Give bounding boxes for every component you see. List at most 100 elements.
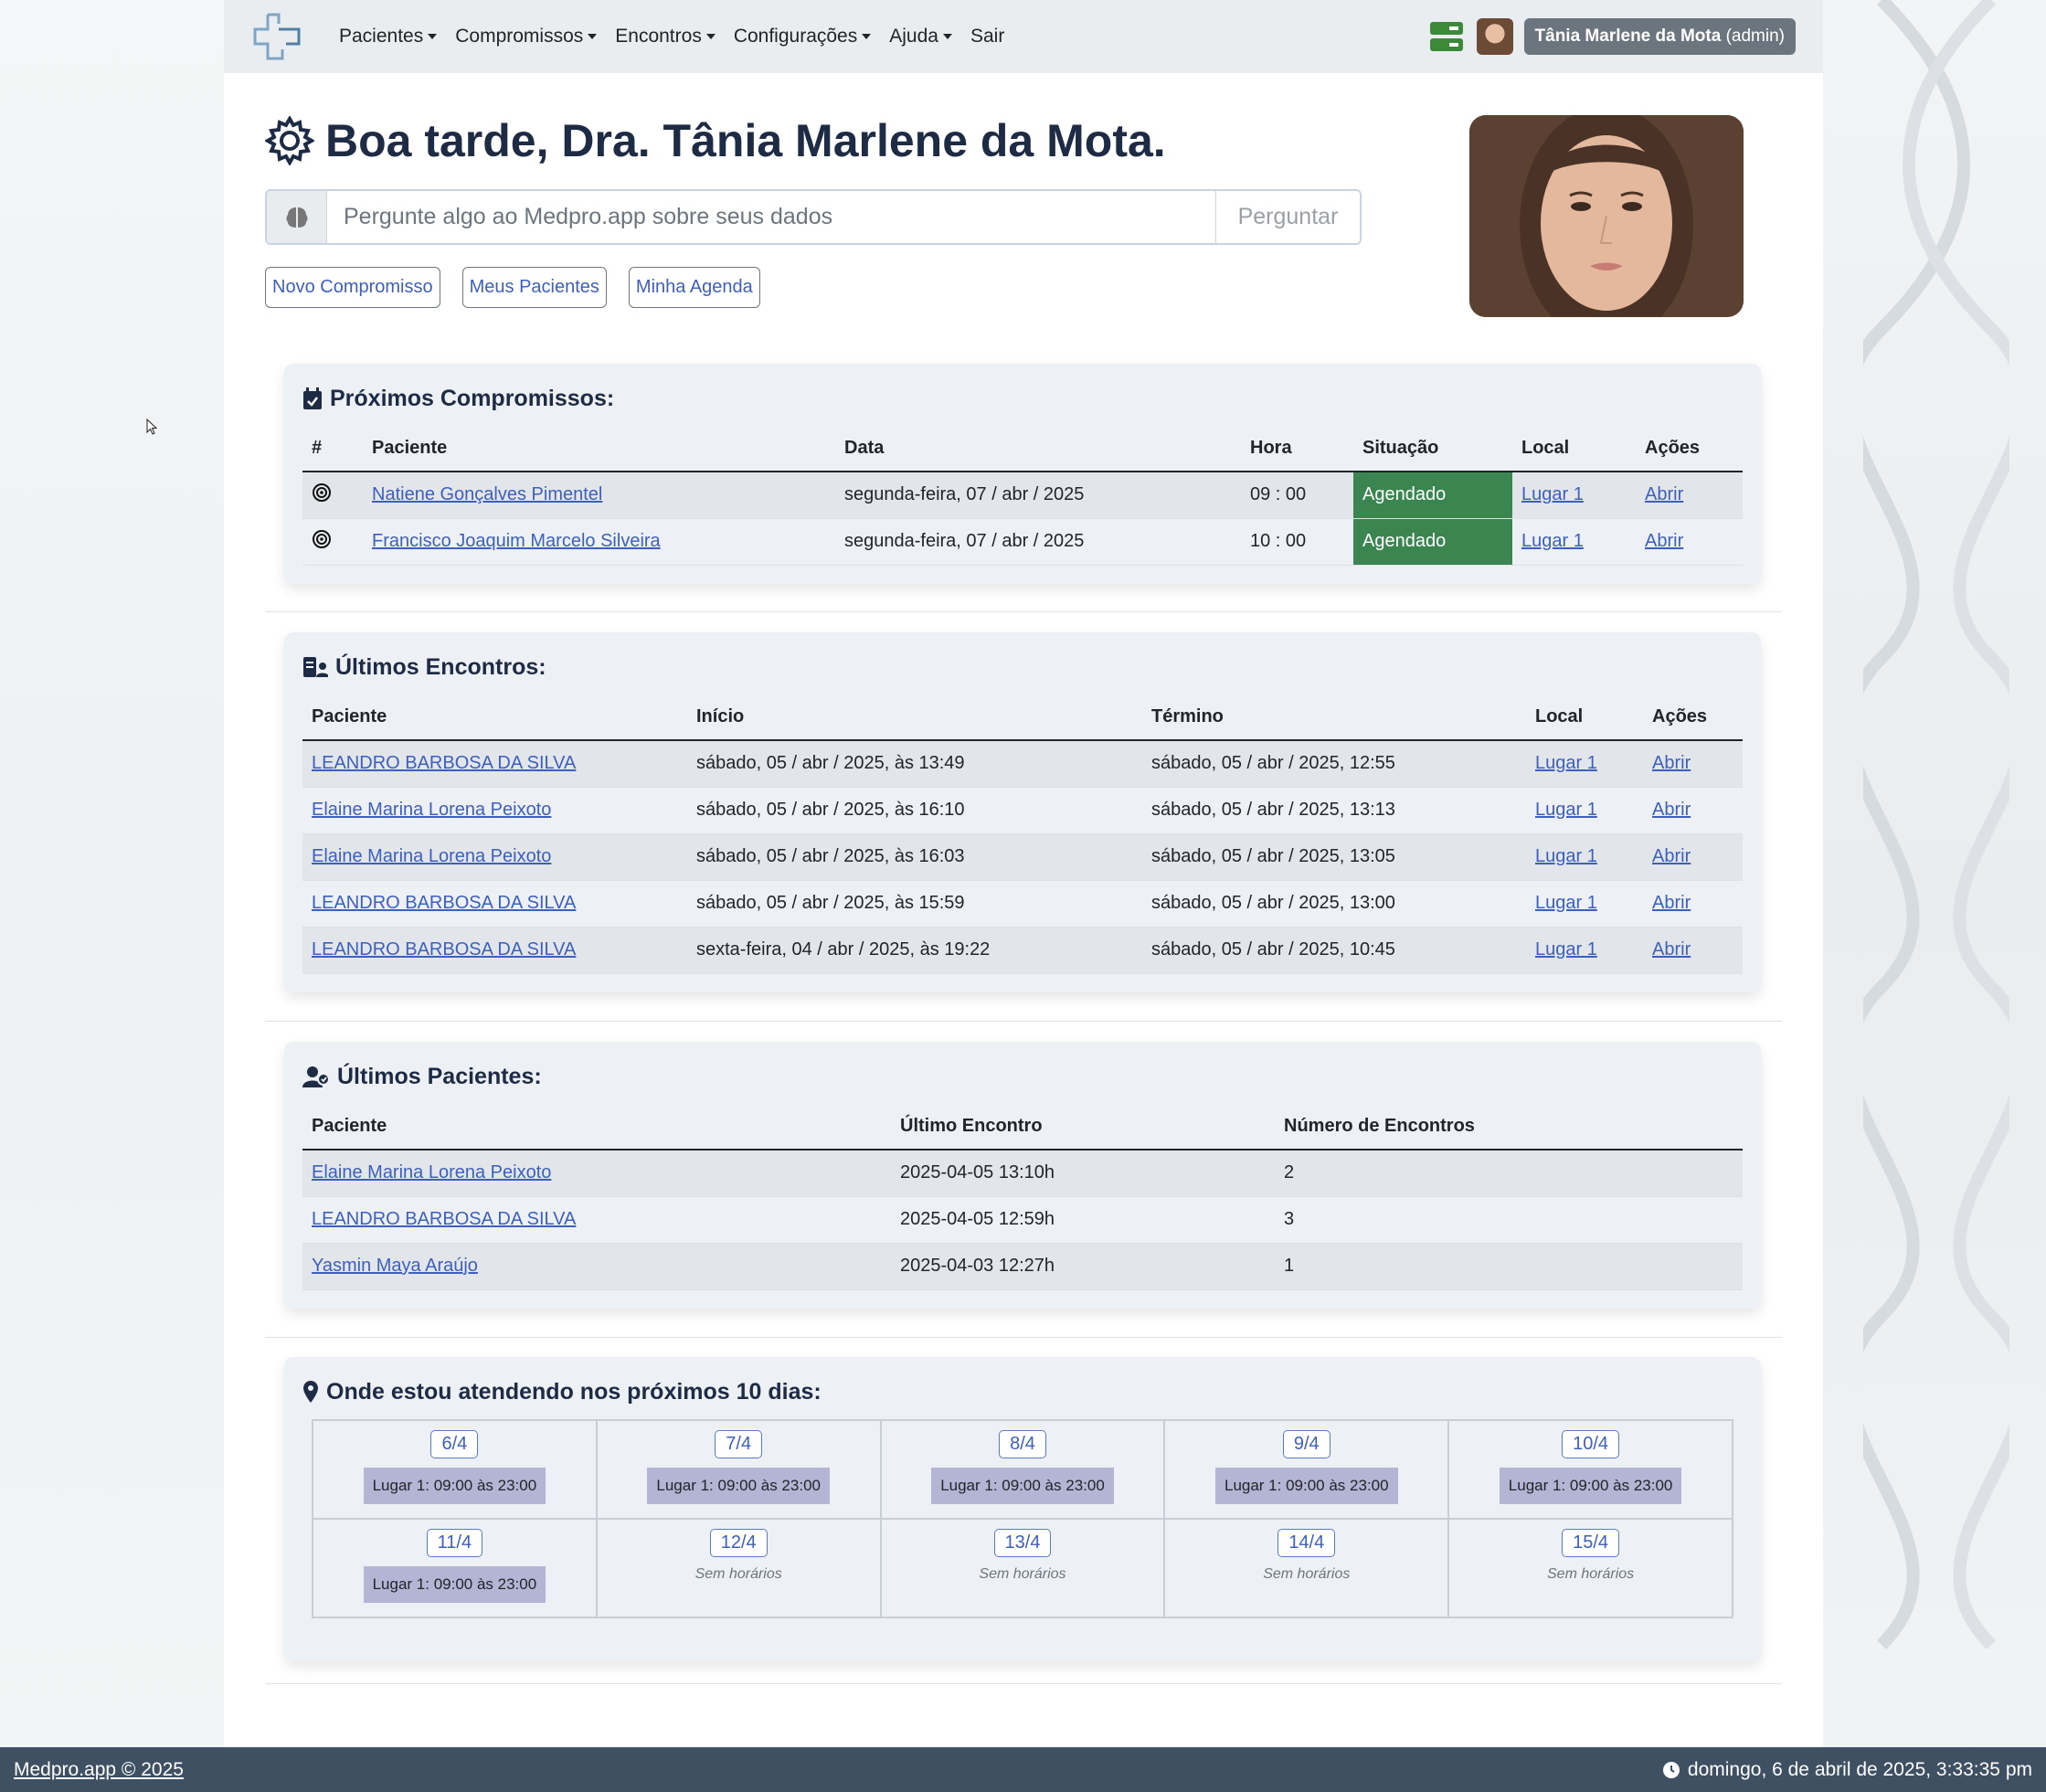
table-link[interactable]: Yasmin Maya Araújo [312, 1256, 478, 1276]
table-link[interactable]: Abrir [1652, 846, 1691, 866]
table-link[interactable]: Lugar 1 [1521, 484, 1584, 504]
table-link[interactable]: Lugar 1 [1535, 939, 1597, 960]
time-slot[interactable]: Lugar 1: 09:00 às 23:00 [1499, 1468, 1682, 1504]
table-row: Yasmin Maya Araújo 2025-04-03 12:27h 1 [302, 1243, 1743, 1290]
table-cell: LEANDRO BARBOSA DA SILVA [302, 927, 687, 974]
table-link[interactable]: Elaine Marina Lorena Peixoto [312, 1162, 551, 1182]
quick-link-button[interactable]: Novo Compromisso [265, 267, 440, 308]
table-link[interactable]: Abrir [1652, 893, 1691, 913]
table-link[interactable]: LEANDRO BARBOSA DA SILVA [312, 753, 576, 773]
main-container: Pacientes Compromissos Encontros Configuraç… [224, 0, 1823, 1747]
day-badge[interactable]: 10/4 [1562, 1430, 1620, 1458]
time-slot[interactable]: Lugar 1: 09:00 às 23:00 [363, 1566, 546, 1603]
no-slots-text: Sem horários [1547, 1566, 1635, 1582]
appointments-title: Próximos Compromissos: [302, 382, 1743, 415]
schedule-day-cell: 14/4 Sem horários [1164, 1519, 1449, 1617]
table-cell: Abrir [1636, 518, 1743, 566]
nav-item-3[interactable]: Configurações [734, 26, 872, 48]
day-badge[interactable]: 9/4 [1282, 1430, 1330, 1458]
table-cell: sábado, 05 / abr / 2025, 10:45 [1142, 927, 1526, 974]
column-header: Situação [1353, 426, 1512, 472]
table-cell: sábado, 05 / abr / 2025, 13:05 [1142, 833, 1526, 881]
table-cell: Abrir [1643, 740, 1743, 788]
table-link[interactable]: LEANDRO BARBOSA DA SILVA [312, 939, 576, 960]
schedule-day-cell: 12/4 Sem horários [596, 1519, 881, 1617]
day-badge[interactable]: 11/4 [426, 1529, 483, 1557]
ask-button[interactable]: Perguntar [1215, 191, 1360, 243]
user-menu-badge[interactable]: Tânia Marlene da Mota (admin) [1523, 18, 1796, 55]
table-cell: sábado, 05 / abr / 2025, às 16:10 [687, 787, 1142, 834]
day-badge[interactable]: 14/4 [1277, 1529, 1336, 1557]
table-cell [302, 518, 363, 566]
table-row: LEANDRO BARBOSA DA SILVA sábado, 05 / abr… [302, 740, 1743, 788]
day-badge[interactable]: 13/4 [993, 1529, 1052, 1557]
schedule-day-cell: 8/4 Lugar 1: 09:00 às 23:00 [880, 1420, 1165, 1519]
column-header: Hora [1241, 426, 1353, 472]
ask-ai-input[interactable] [327, 191, 1215, 243]
table-cell: sábado, 05 / abr / 2025, 13:00 [1142, 880, 1526, 928]
table-cell: 3 [1275, 1196, 1743, 1244]
day-badge[interactable]: 15/4 [1562, 1529, 1620, 1557]
patients-title-text: Últimos Pacientes: [337, 1063, 542, 1089]
table-link[interactable]: Abrir [1652, 753, 1691, 773]
table-link[interactable]: Lugar 1 [1535, 800, 1597, 820]
table-link[interactable]: Lugar 1 [1535, 893, 1597, 913]
nav-item-4[interactable]: Ajuda [889, 26, 952, 48]
nav-item-1[interactable]: Compromissos [455, 26, 598, 48]
table-cell: sábado, 05 / abr / 2025, 13:13 [1142, 787, 1526, 834]
table-link[interactable]: Abrir [1645, 531, 1683, 551]
table-link[interactable]: LEANDRO BARBOSA DA SILVA [312, 1209, 576, 1229]
table-cell: Lugar 1 [1512, 472, 1636, 519]
table-link[interactable]: Lugar 1 [1521, 531, 1584, 551]
schedule-title: Onde estou atendendo nos próximos 10 dia… [302, 1375, 1743, 1408]
patients-title: Últimos Pacientes: [302, 1060, 1743, 1093]
nav-item-label: Compromissos [455, 26, 584, 47]
table-cell: sábado, 05 / abr / 2025, às 16:03 [687, 833, 1142, 881]
table-link[interactable]: Elaine Marina Lorena Peixoto [312, 846, 551, 866]
footer-copyright-link[interactable]: Medpro.app © 2025 [14, 1759, 184, 1781]
table-cell: Lugar 1 [1526, 880, 1643, 928]
column-header: # [302, 426, 363, 472]
day-badge[interactable]: 12/4 [709, 1529, 768, 1557]
time-slot[interactable]: Lugar 1: 09:00 às 23:00 [1214, 1468, 1398, 1504]
table-cell: segunda-feira, 07 / abr / 2025 [835, 472, 1241, 519]
table-link[interactable]: Elaine Marina Lorena Peixoto [312, 800, 551, 820]
logo-cross-icon[interactable] [251, 11, 302, 62]
schedule-title-text: Onde estou atendendo nos próximos 10 dia… [326, 1378, 822, 1405]
table-link[interactable]: Abrir [1652, 800, 1691, 820]
day-badge[interactable]: 8/4 [999, 1430, 1046, 1458]
schedule-day-cell: 11/4 Lugar 1: 09:00 às 23:00 [313, 1519, 597, 1617]
nav-item-5[interactable]: Sair [970, 26, 1004, 48]
schedule-grid: 6/4 Lugar 1: 09:00 às 23:00 7/4 Lugar 1: 09… [312, 1419, 1733, 1618]
column-header: Último Encontro [891, 1104, 1275, 1150]
time-slot[interactable]: Lugar 1: 09:00 às 23:00 [931, 1468, 1114, 1504]
separator [265, 611, 1782, 612]
nav-item-2[interactable]: Encontros [615, 26, 716, 48]
table-cell: Lugar 1 [1512, 518, 1636, 566]
table-link[interactable]: Natiene Gonçalves Pimentel [372, 484, 602, 504]
table-row: Francisco Joaquim Marcelo Silveira segund… [302, 518, 1743, 566]
target-icon [313, 482, 331, 502]
quick-link-button[interactable]: Meus Pacientes [461, 267, 607, 308]
user-name: Tânia Marlene da Mota [1534, 27, 1722, 46]
table-link[interactable]: Abrir [1645, 484, 1683, 504]
table-link[interactable]: LEANDRO BARBOSA DA SILVA [312, 893, 576, 913]
table-link[interactable]: Lugar 1 [1535, 846, 1597, 866]
mouse-cursor-icon [146, 419, 158, 435]
table-cell [302, 472, 363, 519]
schedule-day-cell: 7/4 Lugar 1: 09:00 às 23:00 [596, 1420, 881, 1519]
server-icon[interactable] [1429, 21, 1464, 52]
day-badge[interactable]: 7/4 [715, 1430, 763, 1458]
table-link[interactable]: Abrir [1652, 939, 1691, 960]
time-slot[interactable]: Lugar 1: 09:00 às 23:00 [363, 1468, 546, 1504]
table-row: Elaine Marina Lorena Peixoto 2025-04-05 1… [302, 1150, 1743, 1197]
quick-link-button[interactable]: Minha Agenda [628, 267, 760, 308]
user-avatar[interactable] [1476, 18, 1513, 55]
table-link[interactable]: Francisco Joaquim Marcelo Silveira [372, 531, 661, 551]
day-badge[interactable]: 6/4 [430, 1430, 479, 1458]
patients-card: Últimos Pacientes: Paciente Último Encont… [284, 1042, 1761, 1309]
table-link[interactable]: Lugar 1 [1535, 753, 1597, 773]
nav-item-0[interactable]: Pacientes [339, 26, 438, 48]
table-row: LEANDRO BARBOSA DA SILVA sexta-feira, 04 … [302, 927, 1743, 974]
time-slot[interactable]: Lugar 1: 09:00 às 23:00 [647, 1468, 830, 1504]
